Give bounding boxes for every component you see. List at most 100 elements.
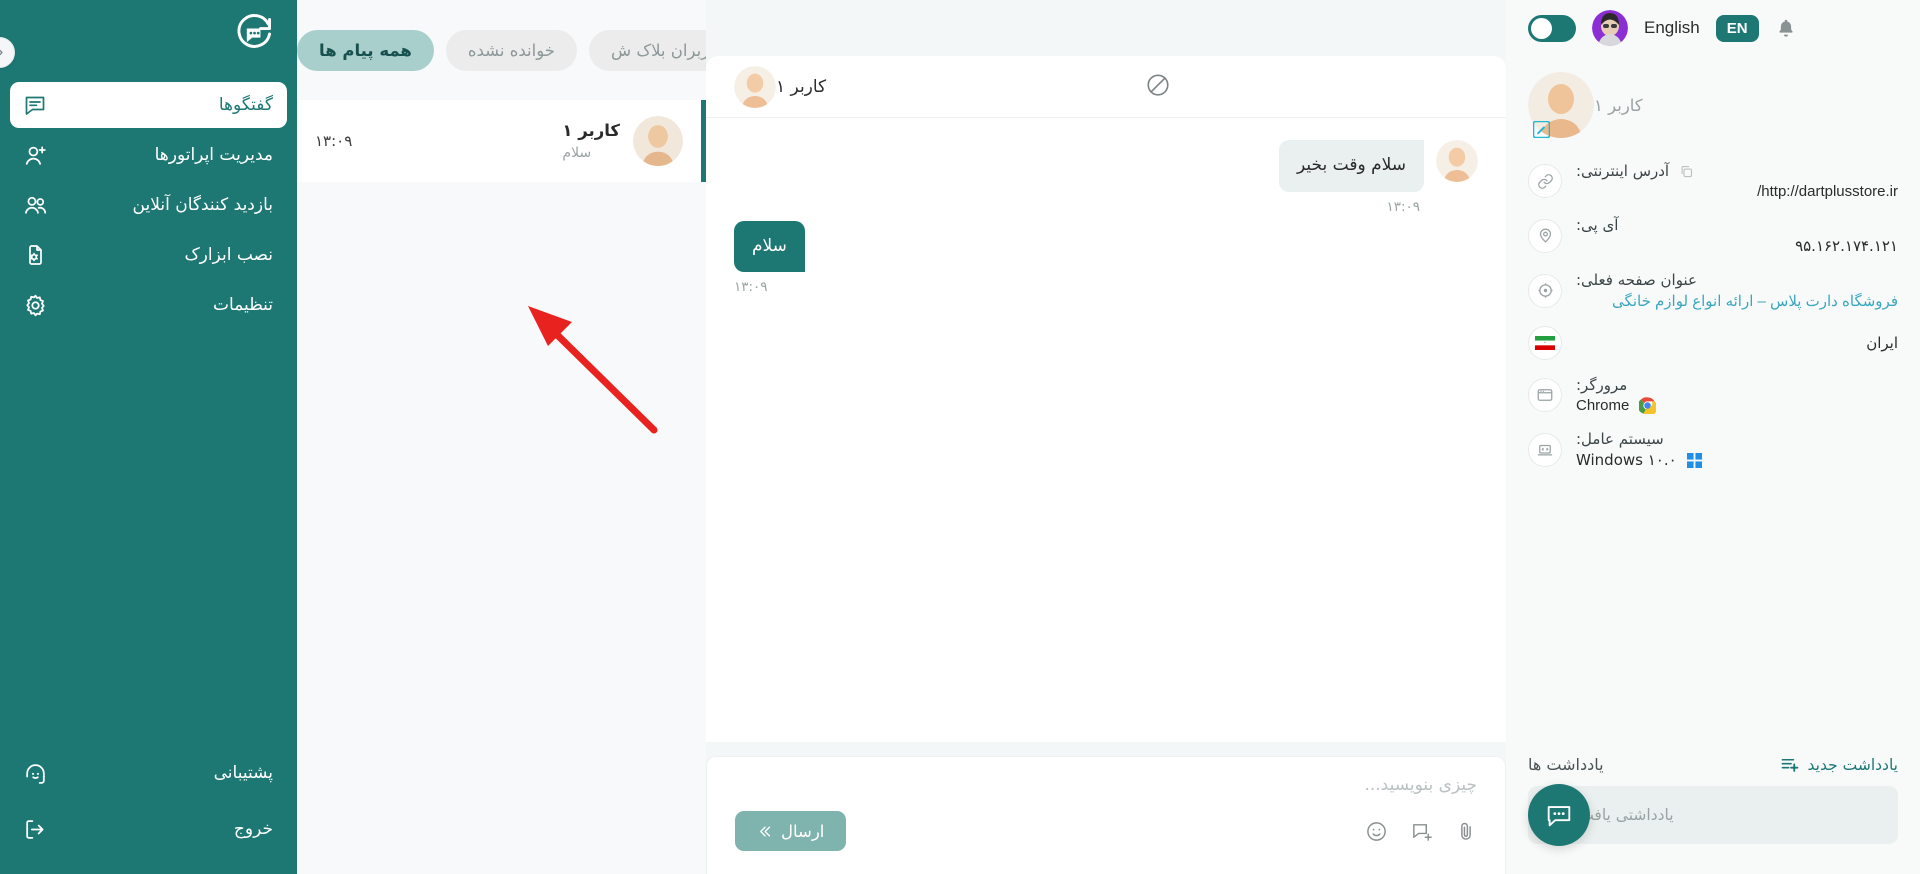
visitor-os-value-line: Windows ۱۰.۰ — [1576, 451, 1898, 469]
sidebar-item-label: مدیریت اپراتورها — [154, 145, 273, 165]
filter-chip-blocked[interactable]: کاربران بلاک ش — [588, 29, 706, 71]
conversation-item[interactable]: کاربر ۱ سلام ۱۳:۰۹ — [297, 100, 706, 182]
block-user-button[interactable] — [1145, 72, 1171, 102]
visitor-ip-label: آی پی: — [1576, 216, 1619, 234]
logout-icon-wrap — [22, 816, 48, 842]
toggle-knob — [1531, 17, 1552, 39]
sidebar-item-logout[interactable]: خروج — [10, 806, 287, 852]
visitor-url-label-line: آدرس اینترنتی: — [1576, 162, 1898, 180]
message-composer: ارسال — [706, 756, 1506, 874]
notes-header: یادداشت ها یادداشت جدید — [1506, 755, 1920, 786]
visitor-page-value[interactable]: فروشگاه دارت پلاس – ارائه انواع لوازم خا… — [1576, 292, 1898, 310]
message-row-outgoing: سلام ۱۳:۰۹ — [734, 220, 1478, 295]
new-note-button[interactable]: یادداشت جدید — [1780, 755, 1898, 774]
chat-header-name: کاربر ۱ — [776, 76, 827, 97]
visitor-page-label-line: عنوان صفحه فعلی: — [1576, 271, 1898, 289]
chat-fab-button[interactable] — [1528, 784, 1590, 846]
gear-icon — [25, 294, 45, 316]
user-plus-icon — [25, 145, 46, 165]
send-button[interactable]: ارسال — [735, 811, 847, 852]
canned-response-icon — [1413, 823, 1432, 841]
visitor-page-row: عنوان صفحه فعلی: فروشگاه دارت پلاس – ارا… — [1528, 271, 1898, 310]
visitor-browser-value: Chrome — [1576, 397, 1630, 414]
composer-toolbar: ارسال — [735, 811, 1477, 852]
conversation-snippet: سلام — [562, 145, 592, 161]
chat-header: کاربر ۱ — [706, 56, 1506, 118]
operator-avatar-icon — [1592, 10, 1628, 46]
composer-tools — [1365, 820, 1477, 843]
sidebar-item-label: پشتیبانی — [213, 763, 273, 783]
support-headset-icon-wrap — [22, 760, 48, 786]
filter-chip-all[interactable]: همه پیام ها — [297, 29, 434, 71]
chat-bubble-icon — [25, 96, 45, 115]
message-input[interactable] — [735, 775, 1477, 812]
users-icon — [24, 196, 46, 214]
canned-response-button[interactable] — [1410, 820, 1433, 843]
location-icon-circle — [1528, 218, 1562, 253]
user-plus-icon-wrap — [22, 142, 48, 168]
visitor-url-row: آدرس اینترنتی: http://dartplusstore.ir/ — [1528, 162, 1898, 200]
sidebar-item-label: خروج — [233, 819, 273, 839]
chevron-right-icon — [0, 49, 3, 56]
app-root: English EN کاربر ۱ آدرس اینترنتی: http:/… — [0, 0, 1920, 874]
emoji-button[interactable] — [1365, 820, 1388, 843]
visitor-ip-value: ۹۵.۱۶۲.۱۷۴.۱۲۱ — [1795, 237, 1898, 255]
sidebar-item-install-widget[interactable]: نصب ابزارک — [10, 232, 287, 278]
message-row-incoming: سلام وقت بخیر ۱۳:۰۹ — [734, 140, 1478, 215]
chrome-icon — [1639, 397, 1657, 414]
filter-chip-unread[interactable]: خوانده نشده — [445, 29, 577, 71]
location-pin-icon — [1539, 228, 1551, 243]
target-icon — [1537, 283, 1553, 298]
chat-fab-icon — [1547, 806, 1571, 827]
availability-toggle[interactable] — [1528, 14, 1576, 42]
link-icon-circle — [1528, 164, 1562, 198]
top-bar: English EN — [1506, 0, 1920, 56]
copy-url-button[interactable] — [1679, 164, 1694, 179]
emoji-icon — [1367, 821, 1386, 841]
conversation-items: کاربر ۱ سلام ۱۳:۰۹ — [297, 100, 706, 874]
users-icon-wrap — [22, 192, 48, 218]
laptop-icon — [1537, 444, 1553, 456]
message-bubble-wrap: سلام وقت بخیر ۱۳:۰۹ — [1279, 140, 1436, 215]
file-gear-icon-wrap — [22, 242, 48, 268]
visitor-info-rows: آدرس اینترنتی: http://dartplusstore.ir/ — [1506, 144, 1920, 469]
person-placeholder-icon — [1436, 140, 1478, 182]
sidebar-item-settings[interactable]: تنظیمات — [10, 282, 287, 328]
edit-visitor-name-button[interactable] — [1532, 120, 1551, 139]
language-code-badge[interactable]: EN — [1715, 14, 1759, 42]
link-icon — [1537, 173, 1553, 189]
person-placeholder-icon — [734, 65, 777, 108]
sidebar-item-operators[interactable]: مدیریت اپراتورها — [10, 132, 287, 178]
sidebar-item-conversations[interactable]: گفتگوها — [10, 82, 287, 128]
edit-icon — [1532, 120, 1551, 139]
visitor-browser-value-line: Chrome — [1576, 397, 1898, 414]
browser-icon-circle — [1528, 378, 1562, 412]
note-add-icon-wrap — [1780, 755, 1799, 774]
sidebar-item-label: نصب ابزارک — [184, 245, 273, 265]
navigation-items: گفتگوها مدیریت اپراتورها بازدید کنندگان … — [0, 82, 297, 328]
sidebar-item-support[interactable]: پشتیبانی — [10, 750, 287, 796]
visitor-browser-label: مرورگر: — [1576, 376, 1628, 394]
visitor-page-body: عنوان صفحه فعلی: فروشگاه دارت پلاس – ارا… — [1576, 271, 1898, 310]
visitor-url-value[interactable]: http://dartplusstore.ir/ — [1576, 183, 1898, 200]
visitor-info-panel: English EN کاربر ۱ آدرس اینترنتی: http:/… — [1506, 0, 1920, 874]
visitor-ip-body: آی پی: ۹۵.۱۶۲.۱۷۴.۱۲۱ — [1576, 216, 1898, 255]
message-bubble: سلام — [734, 220, 805, 272]
sidebar-item-online-visitors[interactable]: بازدید کنندگان آنلاین — [10, 182, 287, 228]
attachment-button[interactable] — [1455, 820, 1477, 842]
visitor-url-body: آدرس اینترنتی: http://dartplusstore.ir/ — [1576, 162, 1898, 200]
avatar[interactable] — [1592, 10, 1628, 46]
visitor-os-body: سیستم عامل: Windows ۱۰.۰ — [1576, 430, 1898, 469]
laptop-icon-circle — [1528, 432, 1562, 467]
note-add-icon — [1781, 758, 1798, 772]
iran-flag-icon — [1535, 336, 1555, 350]
windows-icon — [1686, 452, 1702, 468]
conversation-filters: همه پیام ها خوانده نشده کاربران بلاک ش — [297, 0, 706, 100]
notifications-bell-button[interactable] — [1775, 17, 1797, 39]
support-headset-icon — [25, 763, 45, 784]
chat-card: کاربر ۱ سلام وقت بخیر ۱۳:۰۹ سلام ۱۳:۰۹ — [706, 56, 1506, 743]
message-bubble: سلام وقت بخیر — [1279, 140, 1424, 192]
conversation-time: ۱۳:۰۹ — [315, 132, 353, 150]
visitor-header: کاربر ۱ — [1506, 56, 1920, 144]
new-note-label: یادداشت جدید — [1807, 755, 1898, 774]
